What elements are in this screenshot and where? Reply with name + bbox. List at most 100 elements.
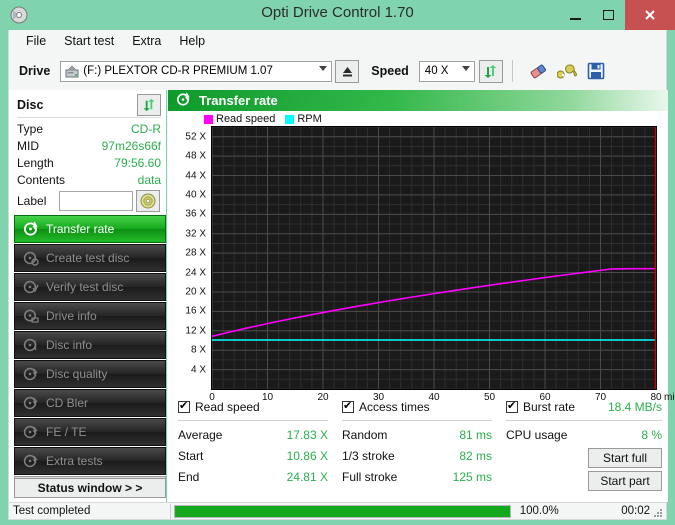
- drive-value: (F:) PLEXTOR CD-R PREMIUM 1.07: [83, 65, 273, 77]
- disc-bler-icon: [23, 395, 39, 411]
- stat-key: Start: [178, 448, 204, 463]
- stat-value: 125 ms: [452, 469, 492, 484]
- column-divider: [506, 420, 662, 421]
- burst-rate-checkbox[interactable]: [506, 399, 518, 413]
- disc-label-input[interactable]: [59, 191, 133, 211]
- window-controls: [559, 0, 675, 30]
- row-value: 97m26s66f: [101, 139, 161, 153]
- refresh-button[interactable]: [478, 59, 503, 83]
- disc-info-icon: [23, 337, 39, 353]
- sidebar-item-transfer-rate[interactable]: Transfer rate: [14, 215, 166, 243]
- close-button[interactable]: [625, 0, 675, 30]
- sidebar-item-label: Create test disc: [46, 251, 130, 265]
- sidebar: Disc Type CD-R MID 97m26s66f Length 79:5…: [9, 90, 167, 502]
- stat-value: 24.81 X: [286, 469, 328, 484]
- disc-verify-icon: [23, 279, 39, 295]
- row-key: Length: [17, 156, 54, 170]
- disc-row-length: Length 79:56.60: [17, 156, 161, 173]
- disc-header-label: Disc: [17, 98, 44, 112]
- tools-button[interactable]: [555, 59, 580, 83]
- progress-bar: [174, 504, 511, 518]
- minimize-button[interactable]: [559, 0, 592, 30]
- row-key: Type: [17, 122, 44, 136]
- content-area: Disc Type CD-R MID 97m26s66f Length 79:5…: [8, 90, 675, 502]
- eject-icon: [342, 66, 352, 76]
- read-speed-column: Read speed Average 17.83 X Start 10.86 X…: [178, 398, 328, 487]
- legend-swatch-rpm: [285, 114, 295, 124]
- column-divider: [342, 420, 492, 421]
- burst-rate-checkbox-row[interactable]: Burst rate 18.4 MB/s: [506, 398, 662, 416]
- transfer-rate-panel: Transfer rate Read speed RPM 4 X 8 X 12 X 1…: [168, 90, 675, 502]
- disc-label-row: Label: [17, 190, 161, 212]
- status-separator: [170, 503, 172, 519]
- legend-label-rpm: RPM: [297, 113, 322, 125]
- disc-refresh-button[interactable]: [137, 94, 161, 116]
- disc-extra-icon: [23, 453, 39, 469]
- sidebar-item-disc-info[interactable]: Disc info: [14, 331, 166, 359]
- stat-value: 10.86 X: [286, 448, 328, 463]
- y-axis-tick: 12 X: [185, 325, 206, 337]
- burst-rate-label: Burst rate: [523, 400, 576, 414]
- sidebar-item-drive-info[interactable]: Drive info: [14, 302, 166, 330]
- statistics-panel: Read speed Average 17.83 X Start 10.86 X…: [174, 398, 664, 498]
- sidebar-item-fe-te[interactable]: FE / TE: [14, 418, 166, 446]
- stat-row-random: Random 81 ms: [342, 424, 492, 445]
- burst-rate-value: 18.4 MB/s: [607, 400, 662, 414]
- sidebar-item-create-test-disc[interactable]: Create test disc: [14, 244, 166, 272]
- disc-label-button[interactable]: [136, 190, 160, 212]
- chart-plot-area[interactable]: [211, 126, 657, 390]
- read-speed-checkbox[interactable]: [178, 399, 190, 413]
- resize-grip-icon[interactable]: [653, 507, 663, 517]
- speed-select[interactable]: 40 X: [418, 60, 475, 82]
- drive-select[interactable]: (F:) PLEXTOR CD-R PREMIUM 1.07: [60, 60, 333, 82]
- status-window-button[interactable]: Status window > >: [14, 478, 166, 498]
- stat-row-third-stroke: 1/3 stroke 82 ms: [342, 445, 492, 466]
- start-part-button[interactable]: Start part: [588, 471, 662, 491]
- status-bar: Test completed 100.0% 00:02: [8, 502, 667, 520]
- eject-button[interactable]: [335, 59, 360, 83]
- chevron-down-icon: [461, 65, 470, 71]
- y-axis-tick: 8 X: [190, 344, 206, 356]
- menu-start-test[interactable]: Start test: [55, 32, 123, 50]
- row-value: data: [137, 173, 161, 187]
- wrench-icon: [557, 64, 578, 79]
- start-full-button[interactable]: Start full: [588, 448, 662, 468]
- sidebar-item-cd-bler[interactable]: CD Bler: [14, 389, 166, 417]
- read-speed-label: Read speed: [195, 400, 260, 414]
- y-axis-tick: 52 X: [185, 131, 206, 143]
- sidebar-item-label: Verify test disc: [46, 280, 124, 294]
- stat-key: Random: [342, 427, 388, 442]
- menu-extra[interactable]: Extra: [123, 32, 170, 50]
- disc-row-mid: MID 97m26s66f: [17, 139, 161, 156]
- stat-row-end: End 24.81 X: [178, 466, 328, 487]
- y-axis-tick: 32 X: [185, 228, 206, 240]
- read-speed-checkbox-row[interactable]: Read speed: [178, 398, 328, 416]
- y-axis-tick: 16 X: [185, 305, 206, 317]
- y-axis-tick: 4 X: [190, 364, 206, 376]
- menu-file[interactable]: File: [17, 32, 55, 50]
- disc-fete-icon: [23, 424, 39, 440]
- menu-help[interactable]: Help: [170, 32, 214, 50]
- sidebar-item-disc-quality[interactable]: Disc quality: [14, 360, 166, 388]
- chevron-down-icon: [319, 65, 328, 71]
- stat-value: 17.83 X: [286, 427, 328, 442]
- erase-button[interactable]: [526, 59, 551, 83]
- disc-panel-header: Disc: [17, 94, 161, 116]
- access-times-checkbox[interactable]: [342, 399, 354, 413]
- speed-label: Speed: [371, 64, 409, 78]
- access-times-checkbox-row[interactable]: Access times: [342, 398, 492, 416]
- row-key: Contents: [17, 173, 66, 187]
- disc-info-rows: Type CD-R MID 97m26s66f Length 79:56.60 …: [17, 122, 161, 190]
- refresh-icon: [143, 98, 155, 112]
- stat-row-average: Average 17.83 X: [178, 424, 328, 445]
- y-axis-tick: 20 X: [185, 286, 206, 298]
- refresh-icon: [484, 64, 497, 78]
- progress-fill: [175, 505, 510, 517]
- app-window: Opti Drive Control 1.70 File Start test …: [0, 0, 675, 525]
- save-button[interactable]: [584, 59, 609, 83]
- chart-svg: [212, 127, 656, 389]
- sidebar-item-verify-test-disc[interactable]: Verify test disc: [14, 273, 166, 301]
- maximize-button[interactable]: [592, 0, 625, 30]
- sidebar-item-extra-tests[interactable]: Extra tests: [14, 447, 166, 475]
- status-text: Test completed: [13, 505, 91, 517]
